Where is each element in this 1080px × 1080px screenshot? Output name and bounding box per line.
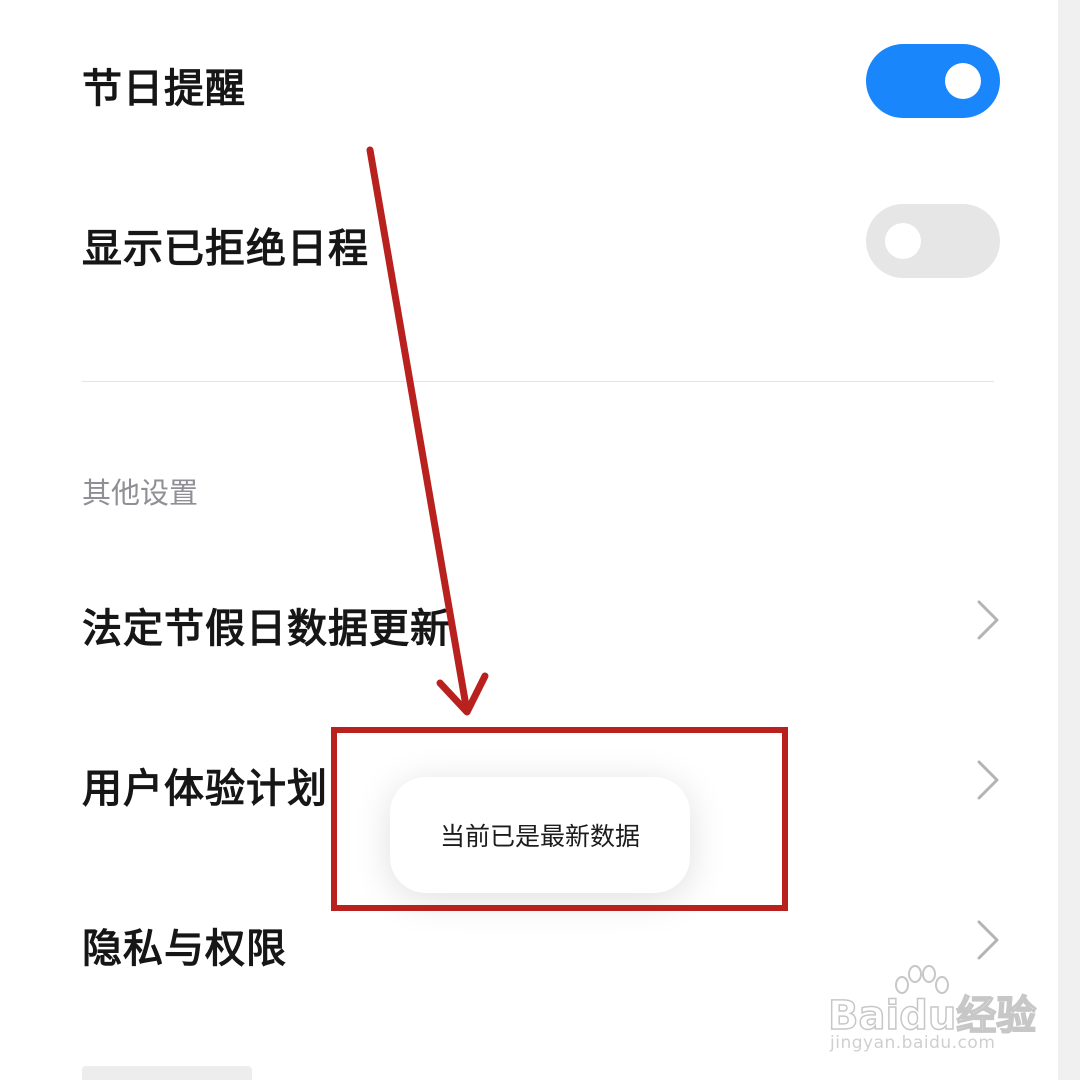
chevron-right-icon bbox=[977, 600, 999, 640]
show-declined-events-toggle[interactable] bbox=[866, 204, 1000, 278]
user-experience-program-label: 用户体验计划 bbox=[82, 766, 328, 812]
annotation-highlight-box bbox=[331, 727, 788, 911]
baidu-jingyan-watermark: Baidu经验 jingyan.baidu.com bbox=[827, 965, 1037, 1060]
holiday-reminder-toggle[interactable] bbox=[866, 44, 1000, 118]
other-settings-header: 其他设置 bbox=[82, 476, 199, 510]
toggle-knob bbox=[945, 63, 981, 99]
chevron-right-icon bbox=[977, 760, 999, 800]
holiday-reminder-label: 节日提醒 bbox=[82, 66, 246, 112]
toggle-knob bbox=[885, 223, 921, 259]
chevron-right-icon bbox=[977, 920, 999, 960]
section-divider bbox=[82, 381, 994, 382]
privacy-permissions-label: 隐私与权限 bbox=[82, 926, 287, 972]
watermark-url: jingyan.baidu.com bbox=[830, 1033, 996, 1053]
scroll-edge bbox=[1058, 0, 1080, 1080]
next-row-partial bbox=[82, 1066, 262, 1080]
show-declined-events-label: 显示已拒绝日程 bbox=[82, 226, 369, 272]
settings-screen: 节日提醒 显示已拒绝日程 其他设置 法定节假日数据更新 用户体验计划 隐私与权限 bbox=[0, 0, 1080, 1080]
holiday-data-update-label: 法定节假日数据更新 bbox=[82, 606, 451, 652]
